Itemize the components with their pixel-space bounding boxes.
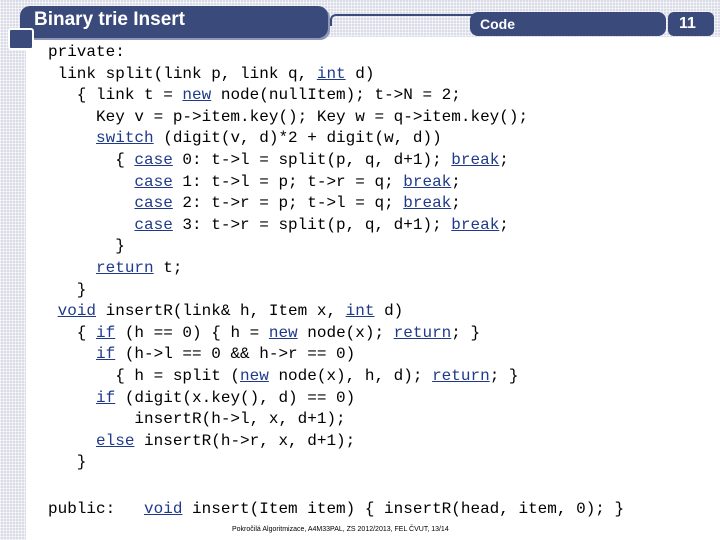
- slide: Binary trie Insert Code 11 private: link…: [0, 0, 720, 540]
- code-keyword: return: [432, 366, 490, 385]
- code-line: switch (digit(v, d)*2 + digit(w, d)): [96, 129, 442, 148]
- code-line: { link t = new node(nullItem); t->N = 2;: [48, 86, 461, 105]
- code-line: Key v = p->item.key(); Key w = q->item.k…: [48, 107, 529, 126]
- code-line: insertR(h->l, x, d+1);: [48, 410, 346, 429]
- code-keyword: case: [134, 215, 173, 234]
- footer-text: Pokročilá Algoritmizace, A4M33PAL, ZS 20…: [232, 526, 449, 533]
- code-line: case 1: t->l = p; t->r = q; break;: [134, 172, 461, 191]
- code-keyword: if: [96, 345, 116, 364]
- code-line: { if (h == 0) { h = new node(x); return;…: [48, 323, 481, 342]
- page-number: 11: [679, 15, 696, 32]
- code-line: if (digit(x.key(), d) == 0): [96, 388, 356, 407]
- code-keyword: break: [451, 215, 500, 234]
- code-line: case 3: t->r = split(p, q, d+1); break;: [134, 215, 509, 234]
- code-line: private:: [48, 43, 125, 61]
- code-keyword: break: [403, 194, 452, 213]
- code-line: else insertR(h->r, x, d+1);: [96, 431, 356, 450]
- code-line: }: [48, 280, 87, 299]
- code-keyword: return: [96, 258, 154, 277]
- code-keyword: int: [316, 64, 346, 83]
- code-keyword: return: [393, 323, 452, 342]
- corner-decoration: [8, 28, 34, 50]
- code-keyword: new: [182, 86, 212, 105]
- public-code-line: public: void insert(Item item) { insertR…: [48, 500, 625, 518]
- code-line: }: [48, 453, 87, 472]
- code-line: return t;: [96, 258, 183, 277]
- code-tab-label: Code: [480, 16, 515, 32]
- code-keyword: break: [403, 172, 452, 191]
- code-line: void insertR(link& h, Item x, int d): [57, 302, 404, 321]
- code-keyword: case: [134, 172, 173, 191]
- code-keyword: if: [96, 323, 116, 342]
- code-line: { case 0: t->l = split(p, q, d+1); break…: [48, 150, 509, 169]
- slide-title: Binary trie Insert: [34, 9, 185, 30]
- code-keyword: switch: [96, 129, 154, 148]
- code-line: { h = split (new node(x), h, d); return;…: [48, 366, 519, 385]
- code-block: private: link split(link p, link q, int …: [48, 42, 528, 474]
- code-keyword: case: [134, 150, 173, 169]
- code-line: link split(link p, link q, int d): [48, 64, 375, 83]
- code-keyword: if: [96, 388, 116, 407]
- code-keyword: case: [134, 194, 173, 213]
- code-keyword: new: [240, 366, 269, 385]
- code-keyword: void: [144, 500, 183, 518]
- code-keyword: else: [96, 431, 135, 450]
- code-line: }: [48, 237, 125, 256]
- code-keyword: new: [268, 323, 298, 342]
- code-keyword: void: [57, 302, 97, 321]
- header-divider: [330, 14, 482, 26]
- code-line: if (h->l == 0 && h->r == 0): [96, 345, 356, 364]
- code-keyword: int: [345, 302, 375, 321]
- code-line: case 2: t->r = p; t->l = q; break;: [134, 194, 461, 213]
- code-keyword: break: [451, 150, 500, 169]
